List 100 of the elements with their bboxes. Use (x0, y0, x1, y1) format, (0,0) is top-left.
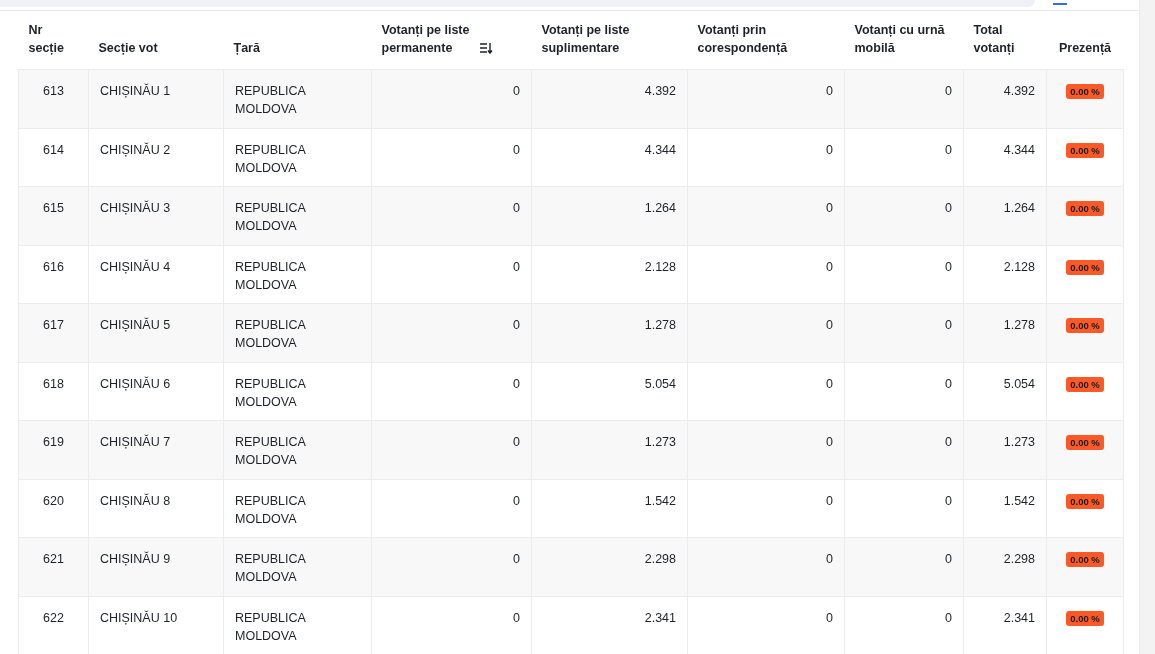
table-cell: 619 (43, 435, 64, 449)
turnout-badge: 0.00 % (1066, 435, 1104, 450)
table-cell: REPUBLICA MOLDOVA (235, 610, 306, 643)
table-cell: 0 (945, 552, 952, 566)
table-cell: REPUBLICA MOLDOVA (235, 142, 306, 175)
table-cell: 0 (826, 610, 833, 625)
table-cell: 618 (43, 376, 64, 391)
table-cell: CHIȘINĂU 3 (100, 201, 171, 215)
table-cell: 5.054 (644, 376, 676, 391)
table-cell: 0 (945, 376, 952, 391)
table-cell: 4.392 (1003, 84, 1035, 98)
table-cell: 2.128 (644, 259, 676, 274)
table-cell: 1.542 (1003, 493, 1035, 508)
table-cell: CHIȘINĂU 8 (100, 493, 171, 508)
table-cell: 4.344 (644, 142, 676, 157)
turnout-badge: 0.00 % (1066, 493, 1104, 509)
table-cell: 613 (43, 84, 64, 98)
sort-icon[interactable] (478, 42, 493, 54)
table-cell: 1.273 (644, 435, 676, 449)
column-header: Votanți prin corespondență (697, 22, 789, 57)
table-cell: REPUBLICA MOLDOVA (235, 435, 306, 467)
table-cell: CHIȘINĂU 4 (100, 259, 171, 274)
table-cell: 620 (43, 493, 64, 508)
column-header: Total votanți (973, 22, 1016, 57)
table-cell: REPUBLICA MOLDOVA (235, 201, 306, 233)
table-cell: 4.392 (644, 84, 676, 98)
turnout-badge: 0.00 % (1066, 610, 1104, 626)
turnout-badge: 0.00 % (1066, 318, 1104, 333)
table-cell: 4.344 (1003, 142, 1035, 157)
table-cell: REPUBLICA MOLDOVA (235, 84, 306, 116)
table-cell: CHIȘINĂU 2 (100, 142, 171, 157)
table-cell: REPUBLICA MOLDOVA (235, 376, 306, 409)
table-cell: 0 (513, 493, 520, 508)
turnout-badge: 0.00 % (1066, 84, 1104, 99)
turnout-badge: 0.00 % (1066, 142, 1104, 158)
turnout-badge: 0.00 % (1066, 376, 1104, 392)
table-cell: CHIȘINĂU 1 (100, 84, 171, 98)
column-header: Prezență (1058, 40, 1112, 57)
table-cell: 1.278 (1003, 318, 1035, 332)
table-cell: 0 (513, 318, 520, 332)
table-cell: 0 (945, 259, 952, 274)
table-cell: CHIȘINĂU 5 (100, 318, 171, 332)
table-cell: 0 (826, 493, 833, 508)
table-cell: 0 (513, 435, 520, 449)
table-cell: REPUBLICA MOLDOVA (235, 318, 306, 350)
table-cell: 0 (945, 318, 952, 332)
table-cell: 0 (826, 318, 833, 332)
table-cell: 0 (826, 84, 833, 98)
table-cell: CHIȘINĂU 10 (100, 610, 178, 625)
table-cell: 0 (945, 493, 952, 508)
table-cell: 2.128 (1003, 259, 1035, 274)
column-header: Votanți pe liste suplimentare (541, 22, 631, 57)
turnout-badge: 0.00 % (1066, 259, 1104, 275)
table-cell: 622 (43, 610, 64, 625)
column-header: Votanți cu urnă mobilă (854, 22, 946, 57)
table-cell: 615 (43, 201, 64, 215)
table-cell: 0 (826, 552, 833, 566)
column-header: Secție vot (98, 40, 158, 57)
table-cell: 0 (513, 142, 520, 157)
table-cell: 1.264 (644, 201, 676, 215)
table-cell: 0 (513, 610, 520, 625)
table-cell: 1.542 (644, 493, 676, 508)
table-cell: CHIȘINĂU 9 (100, 552, 171, 566)
table-cell: 1.278 (644, 318, 676, 332)
turnout-badge: 0.00 % (1066, 201, 1104, 216)
table-cell: 0 (513, 552, 520, 566)
table-cell: REPUBLICA MOLDOVA (235, 493, 306, 526)
table-cell: 0 (826, 142, 833, 157)
table-cell: 0 (945, 201, 952, 215)
table-cell: 0 (945, 142, 952, 157)
table-cell: 616 (43, 259, 64, 274)
column-header[interactable]: Votanți pe liste permanente (381, 21, 478, 57)
table-cell: 0 (826, 201, 833, 215)
turnout-badge: 0.00 % (1066, 552, 1104, 567)
table-cell: CHIȘINĂU 6 (100, 376, 171, 391)
table-cell: 2.298 (1003, 552, 1035, 566)
table-cell: 0 (513, 84, 520, 98)
column-header: Țară (233, 40, 260, 57)
table-cell: 0 (513, 376, 520, 391)
table-cell: 621 (43, 552, 64, 566)
table-cell: 0 (826, 376, 833, 391)
table-cell: 0 (945, 435, 952, 449)
table-cell: 0 (826, 259, 833, 274)
table-cell: CHIȘINĂU 7 (100, 435, 171, 449)
table-cell: 1.273 (1003, 435, 1035, 449)
table-cell: 0 (826, 435, 833, 449)
table-cell: REPUBLICA MOLDOVA (235, 259, 306, 292)
table-cell: 2.298 (644, 552, 676, 566)
table-cell: 0 (945, 610, 952, 625)
table-cell: 0 (513, 259, 520, 274)
table-cell: 0 (513, 201, 520, 215)
table-cell: REPUBLICA MOLDOVA (235, 552, 306, 584)
table-cell: 2.341 (1003, 610, 1035, 625)
table-cell: 614 (43, 142, 64, 157)
table-cell: 0 (945, 84, 952, 98)
table-cell: 2.341 (644, 610, 676, 625)
column-header: Nr secție (28, 22, 65, 57)
table-cell: 1.264 (1003, 201, 1035, 215)
table-cell: 617 (43, 318, 64, 332)
table-cell: 5.054 (1003, 376, 1035, 391)
